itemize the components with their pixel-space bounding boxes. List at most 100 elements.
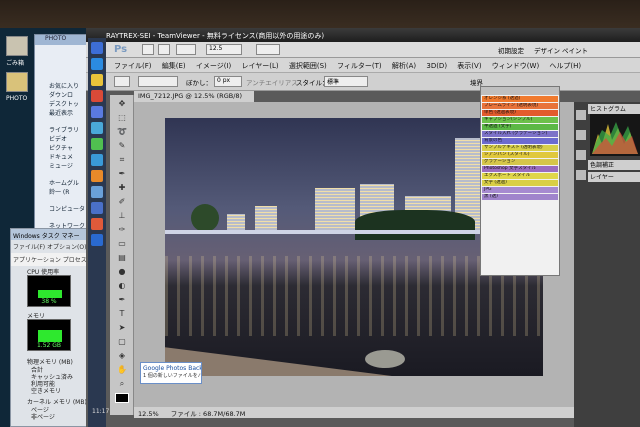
brush-tool-icon[interactable]: ✐ xyxy=(115,197,129,207)
menu-filter[interactable]: フィルター(T) xyxy=(337,62,382,70)
lasso-tool-icon[interactable]: ➰ xyxy=(115,127,129,137)
dodge-tool-icon[interactable]: ◐ xyxy=(115,281,129,291)
app-icon[interactable] xyxy=(91,154,103,166)
antialias-checkbox[interactable]: アンチエイリアス xyxy=(246,77,298,87)
nav-item-desktop[interactable]: デスクトッ xyxy=(49,99,79,108)
pen-tool-icon[interactable]: ✒ xyxy=(115,295,129,305)
style-item[interactable]: 黒 (透) xyxy=(482,194,558,200)
selection-mode-buttons[interactable] xyxy=(138,76,178,87)
app-icon[interactable] xyxy=(91,202,103,214)
style-select[interactable]: 標準 xyxy=(324,76,368,87)
app-icon[interactable] xyxy=(91,138,103,150)
quick-select-tool-icon[interactable]: ✎ xyxy=(115,141,129,151)
workspace-design[interactable]: デザイン xyxy=(534,45,560,55)
marquee-tool-icon[interactable]: ⬚ xyxy=(115,113,129,123)
path-select-tool-icon[interactable]: ➤ xyxy=(115,323,129,333)
gradient-tool-icon[interactable]: ▤ xyxy=(115,253,129,263)
menu-layer[interactable]: レイヤー(L) xyxy=(241,62,278,70)
style-item[interactable]: シアンパン (スタイル) xyxy=(482,152,558,158)
panel-icon[interactable] xyxy=(576,150,586,160)
styles-panel-header[interactable] xyxy=(481,87,559,95)
nav-item-downloads[interactable]: ダウンロ xyxy=(49,90,73,99)
healing-tool-icon[interactable]: ✚ xyxy=(115,183,129,193)
nav-item-documents[interactable]: ドキュメ xyxy=(49,152,73,161)
history-brush-tool-icon[interactable]: ✑ xyxy=(115,225,129,235)
nav-item-user[interactable]: 鈴一 (R xyxy=(49,187,69,196)
menu-image[interactable]: イメージ(I) xyxy=(196,62,231,70)
app-icon[interactable] xyxy=(91,170,103,182)
shape-tool-icon[interactable]: ▢ xyxy=(115,337,129,347)
view-extras-button[interactable] xyxy=(176,44,196,55)
arrange-documents-button[interactable] xyxy=(256,44,280,55)
status-zoom[interactable]: 12.5% xyxy=(138,410,159,418)
zoom-select[interactable]: 12.5 xyxy=(206,44,242,55)
style-item[interactable]: サンプルテキスト (透明表現) xyxy=(482,145,558,151)
folder-icon[interactable] xyxy=(91,74,103,86)
menu-3d[interactable]: 3D(D) xyxy=(426,62,447,70)
move-tool-icon[interactable]: ✥ xyxy=(115,99,129,109)
hand-tool-icon[interactable]: ✋ xyxy=(115,365,129,375)
3d-tool-icon[interactable]: ◈ xyxy=(115,351,129,361)
crop-tool-icon[interactable]: ⌗ xyxy=(115,155,129,165)
document-tab[interactable]: IMG_7212.JPG @ 12.5% (RGB/8) xyxy=(134,91,254,102)
eraser-tool-icon[interactable]: ▭ xyxy=(115,239,129,249)
style-item[interactable]: Photoshop 文字スタイル xyxy=(482,166,558,172)
feather-input[interactable]: 0 px xyxy=(214,76,242,87)
tab-layers[interactable]: レイヤー xyxy=(588,172,640,182)
menu-help[interactable]: ヘルプ(H) xyxy=(549,62,581,70)
folder-icon[interactable] xyxy=(6,72,28,92)
style-item[interactable]: JPG xyxy=(482,187,558,193)
ie-icon[interactable] xyxy=(91,58,103,70)
minibridge-button[interactable] xyxy=(158,44,170,55)
window-title[interactable]: RAYTREX-SEI - TeamViewer - 無料ライセンス(商用以外の… xyxy=(86,28,640,42)
bridge-button[interactable] xyxy=(142,44,154,55)
tab-adjustments[interactable]: 色調補正 xyxy=(588,160,640,170)
clone-stamp-tool-icon[interactable]: ⊥ xyxy=(115,211,129,221)
menu-select[interactable]: 選択範囲(S) xyxy=(289,62,327,70)
task-manager-tabs[interactable]: アプリケーション プロセス xyxy=(11,253,91,266)
nav-item-recent[interactable]: 最近表示 xyxy=(49,108,73,117)
style-item[interactable]: グラデーション xyxy=(482,159,558,165)
app-icon[interactable] xyxy=(91,106,103,118)
google-photos-notification[interactable]: Google Photos Backup 1 個の新しいファイルをバックアップし… xyxy=(140,362,202,384)
chrome-icon[interactable] xyxy=(91,90,103,102)
menu-file[interactable]: ファイル(F) xyxy=(114,62,152,70)
blur-tool-icon[interactable]: ● xyxy=(115,267,129,277)
nav-item-computer[interactable]: コンピュータ xyxy=(49,204,85,213)
nav-item-favorites[interactable]: お気に入り xyxy=(49,81,79,90)
menu-view[interactable]: 表示(V) xyxy=(457,62,481,70)
panel-icon[interactable] xyxy=(576,110,586,120)
style-item[interactable]: 半透過 (文字) xyxy=(482,124,558,130)
type-tool-icon[interactable]: T xyxy=(115,309,129,319)
style-item[interactable]: スタイル入れ (グラデーション) xyxy=(482,131,558,137)
marquee-tool-preset[interactable] xyxy=(114,76,130,87)
nav-item-homegroup[interactable]: ホームグル xyxy=(49,178,79,187)
nav-item-pictures[interactable]: ピクチャ xyxy=(49,143,73,152)
tab-histogram[interactable]: ヒストグラム xyxy=(588,104,640,114)
style-item[interactable]: オレンジ系 (透過) xyxy=(482,96,558,102)
firefox-icon[interactable] xyxy=(91,218,103,230)
workspace-paint[interactable]: ペイント xyxy=(562,45,588,55)
menu-window[interactable]: ウィンドウ(W) xyxy=(492,62,539,70)
panel-icon[interactable] xyxy=(576,130,586,140)
task-manager-menu[interactable]: ファイル(F) オプション(O) xyxy=(11,240,91,253)
workspace-essentials[interactable]: 初期設定 xyxy=(498,45,524,55)
zoom-tool-icon[interactable]: ⌕ xyxy=(115,379,129,389)
nav-item-music[interactable]: ミュージ xyxy=(49,161,73,170)
recycle-bin-icon[interactable] xyxy=(6,36,28,56)
style-item[interactable]: フレームライン (透明表現) xyxy=(482,103,558,109)
nav-item-library[interactable]: ライブラリ xyxy=(49,125,79,134)
menu-analysis[interactable]: 解析(A) xyxy=(392,62,416,70)
app-icon[interactable] xyxy=(91,122,103,134)
photoshop-icon[interactable] xyxy=(91,234,103,246)
panel-icon[interactable] xyxy=(576,170,586,180)
eyedropper-tool-icon[interactable]: ✒ xyxy=(115,169,129,179)
style-item[interactable]: 単色 (透過表現) xyxy=(482,110,558,116)
style-item[interactable]: キャプション(シンプル) xyxy=(482,117,558,123)
foreground-color-swatch[interactable] xyxy=(115,393,129,403)
style-item[interactable]: エクスポート スタイル xyxy=(482,173,558,179)
eye-icon[interactable] xyxy=(91,186,103,198)
menu-edit[interactable]: 編集(E) xyxy=(162,62,186,70)
style-item[interactable]: 背景の色 xyxy=(482,138,558,144)
windows-icon[interactable] xyxy=(91,42,103,54)
